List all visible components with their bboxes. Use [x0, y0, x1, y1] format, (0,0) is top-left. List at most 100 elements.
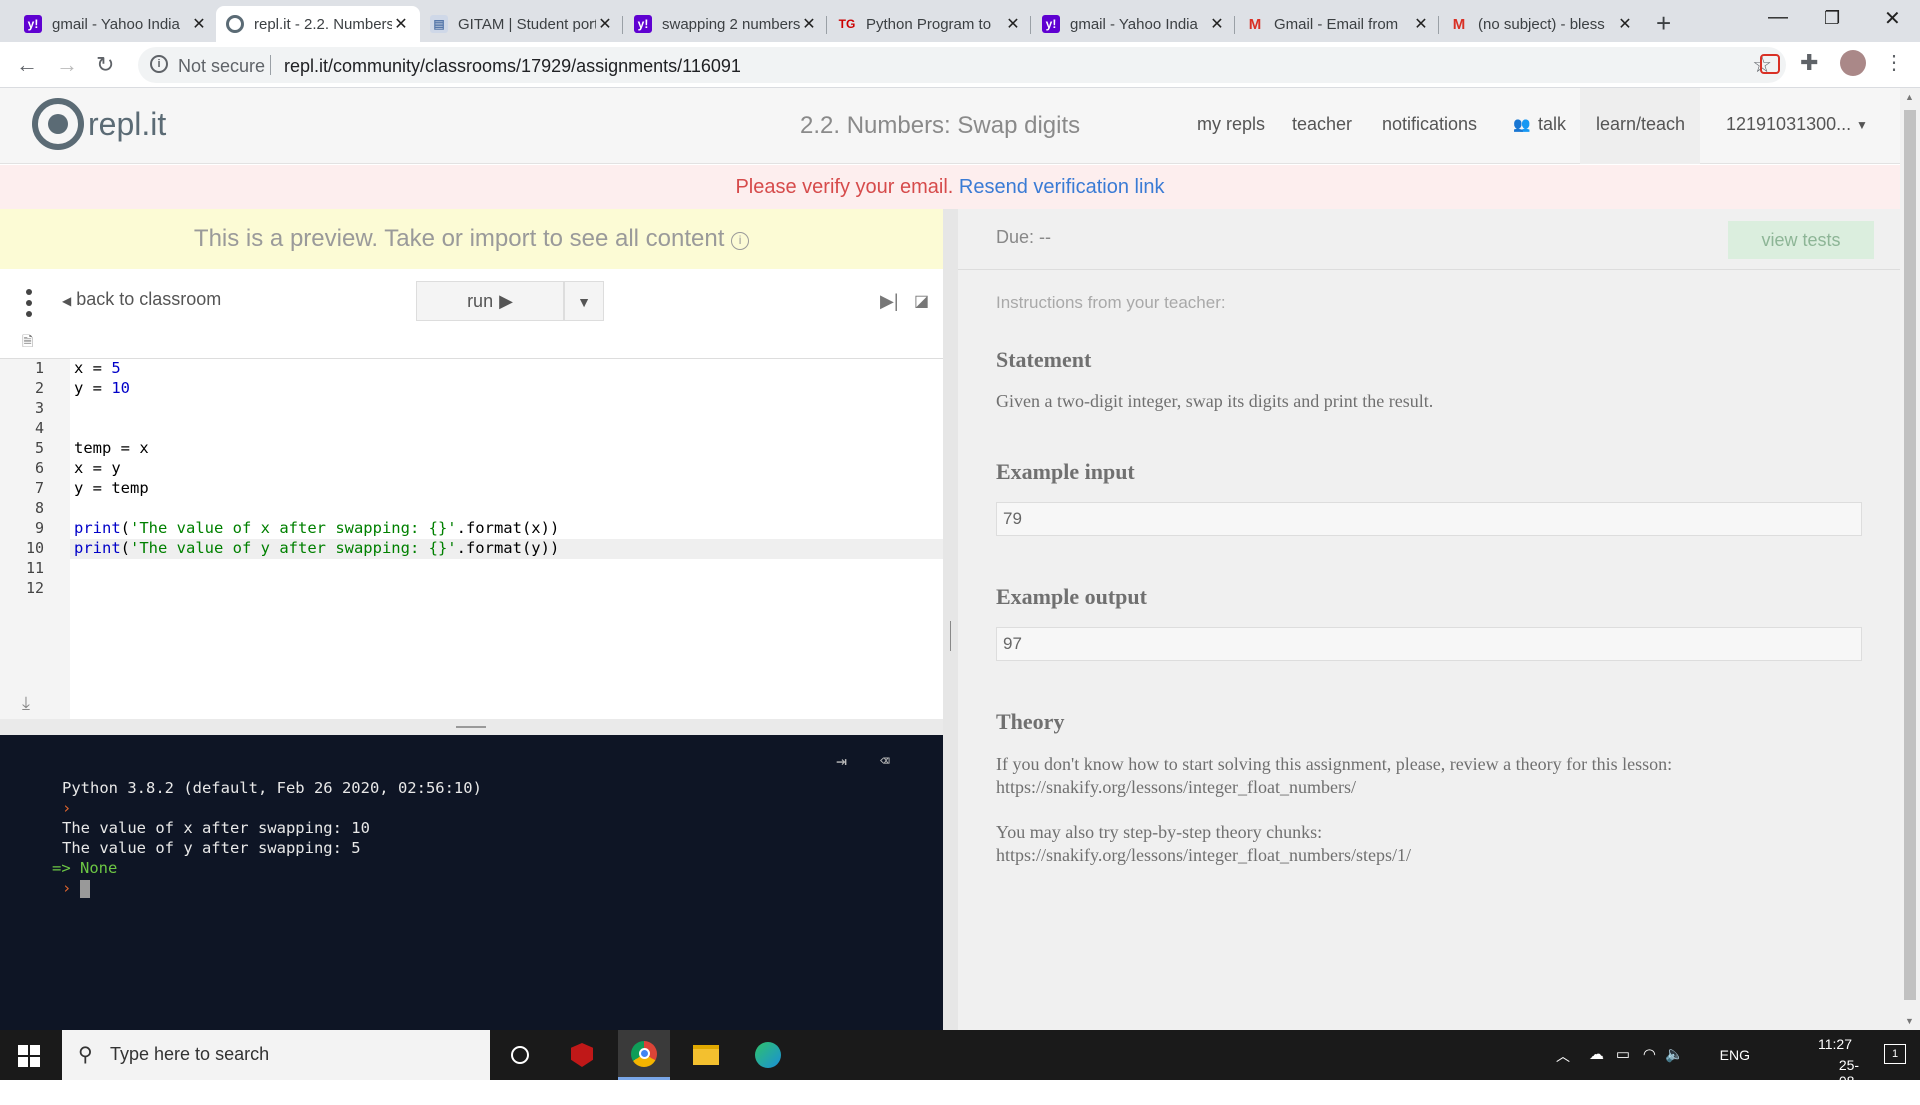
new-tab-button[interactable]: +	[1656, 8, 1671, 39]
edge-icon[interactable]	[742, 1030, 794, 1080]
reload-icon[interactable]: ↻	[96, 52, 114, 78]
file-icon[interactable]: 🗎	[22, 331, 33, 355]
notification-center-icon[interactable]: 1	[1884, 1044, 1906, 1064]
close-icon[interactable]: ✕	[392, 14, 410, 34]
scroll-down-icon[interactable]: ▼	[1905, 1016, 1914, 1026]
close-icon[interactable]: ✕	[1004, 14, 1022, 34]
restore-button[interactable]: ❐	[1824, 8, 1840, 29]
run-options-dropdown[interactable]: ▼	[564, 281, 604, 321]
back-arrow-icon[interactable]: ←	[16, 52, 38, 78]
divider-handle[interactable]	[950, 621, 951, 651]
file-explorer-icon[interactable]	[680, 1030, 732, 1080]
close-icon[interactable]: ✕	[1412, 14, 1430, 34]
wifi-icon[interactable]: ◠	[1643, 1045, 1656, 1063]
console-output[interactable]: ⇥ ⌫ Python 3.8.2 (default, Feb 26 2020, …	[0, 735, 943, 1030]
tg-icon: TG	[838, 17, 856, 31]
profile-avatar[interactable]	[1840, 50, 1866, 76]
pocket-extension-icon[interactable]	[1760, 54, 1780, 74]
mcafee-icon[interactable]	[556, 1030, 608, 1080]
cortana-icon[interactable]	[494, 1030, 546, 1080]
close-icon[interactable]: ✕	[190, 14, 208, 34]
tab-gitam[interactable]: ▤ GITAM | Student portal ✕	[420, 6, 624, 42]
replit-logo[interactable]: repl.it	[32, 98, 166, 150]
caret-down-icon[interactable]: ▼	[1856, 118, 1868, 132]
tab-swapping[interactable]: y! swapping 2 numbers ✕	[624, 6, 828, 42]
gmail-icon: M	[1248, 15, 1262, 33]
people-icon: 👥	[1513, 116, 1531, 132]
user-menu[interactable]: 12191031300...	[1726, 114, 1851, 135]
battery-icon[interactable]: ▭	[1616, 1045, 1630, 1063]
chevron-up-icon[interactable]: ︿	[1556, 1046, 1570, 1066]
tab-gmail-yahoo[interactable]: y! gmail - Yahoo India ✕	[14, 6, 218, 42]
line-number: 1	[34, 359, 44, 377]
windows-taskbar: ⚲ Type here to search ︿ ☁ ▭ ◠ 🔈 ENG 11:2…	[0, 1030, 1920, 1105]
taskbar-search[interactable]: ⚲ Type here to search	[62, 1030, 490, 1080]
url-text[interactable]: repl.it/community/classrooms/17929/assig…	[284, 56, 741, 77]
tab-title: swapping 2 numbers	[662, 15, 800, 33]
example-output-box: 97	[996, 627, 1862, 661]
close-icon[interactable]: ✕	[1208, 14, 1226, 34]
pane-divider[interactable]	[943, 209, 958, 1030]
code-line: temp = x	[74, 439, 149, 457]
code-line: y = 10	[74, 379, 130, 397]
replit-icon	[226, 15, 244, 33]
tab-separator	[622, 16, 623, 34]
chrome-taskbar-icon[interactable]	[618, 1030, 670, 1080]
code-editor[interactable]: 1 2 3 4 5 6 7 8 9 10 11 12 x = 5 y = 10 …	[0, 359, 943, 719]
forward-arrow-icon[interactable]: →	[56, 52, 78, 78]
clear-console-icon[interactable]: ⌫	[880, 751, 890, 770]
close-icon[interactable]: ✕	[800, 14, 818, 34]
more-menu-icon[interactable]	[26, 289, 32, 322]
editor-console-splitter[interactable]	[0, 719, 943, 735]
tab-python-program[interactable]: TG Python Program to ✕	[828, 6, 1032, 42]
stop-icon[interactable]: ◪	[914, 291, 929, 311]
volume-icon[interactable]: 🔈	[1665, 1045, 1684, 1063]
windows-start-icon[interactable]	[18, 1045, 40, 1067]
scroll-up-icon[interactable]: ▲	[1905, 92, 1914, 102]
close-window-button[interactable]: ✕	[1884, 6, 1901, 31]
line-number: 2	[34, 379, 44, 397]
theory-steps-link[interactable]: https://snakify.org/lessons/integer_floa…	[996, 845, 1411, 866]
close-icon[interactable]: ✕	[596, 14, 614, 34]
nav-notifications[interactable]: notifications	[1382, 114, 1477, 135]
theory-link[interactable]: https://snakify.org/lessons/integer_floa…	[996, 777, 1356, 798]
nav-my-repls[interactable]: my repls	[1197, 114, 1265, 135]
open-console-icon[interactable]: ⇥	[836, 751, 847, 772]
tab-gmail-yahoo-2[interactable]: y! gmail - Yahoo India ✕	[1032, 6, 1236, 42]
nav-learn-teach[interactable]: learn/teach	[1596, 114, 1685, 135]
run-button[interactable]: run ▶	[416, 281, 564, 321]
replit-header: repl.it 2.2. Numbers: Swap digits my rep…	[0, 88, 1900, 164]
tab-replit[interactable]: repl.it - 2.2. Numbers ✕	[216, 6, 420, 42]
scrollbar-thumb[interactable]	[1904, 110, 1916, 1000]
view-tests-button[interactable]: view tests	[1728, 221, 1874, 259]
tab-title: (no subject) - bless	[1478, 15, 1605, 33]
extensions-puzzle-icon[interactable]: ✚	[1800, 50, 1818, 76]
language-indicator[interactable]: ENG	[1720, 1047, 1750, 1063]
tab-no-subject[interactable]: M (no subject) - bless ✕	[1440, 6, 1644, 42]
info-icon[interactable]: i	[150, 55, 168, 73]
document-icon: ▤	[430, 15, 448, 33]
console-line: The value of x after swapping: 10	[62, 819, 370, 837]
info-icon[interactable]: i	[731, 232, 750, 250]
onedrive-icon[interactable]: ☁	[1589, 1045, 1604, 1063]
resend-verification-link[interactable]: Resend verification link	[959, 176, 1165, 198]
omnibox[interactable]: i Not secure repl.it/community/classroom…	[138, 47, 1786, 83]
chrome-menu-icon[interactable]: ⋮	[1884, 50, 1904, 75]
line-number: 3	[34, 399, 44, 417]
tab-gmail-email[interactable]: M Gmail - Email from ✕	[1236, 6, 1440, 42]
close-icon[interactable]: ✕	[1616, 14, 1634, 34]
search-placeholder: Type here to search	[110, 1044, 270, 1064]
back-to-classroom-link[interactable]: ◀ back to classroom	[62, 289, 221, 310]
clock-date[interactable]: 25-08-2020	[1839, 1057, 1870, 1105]
clock-time[interactable]: 11:27	[1818, 1036, 1852, 1052]
minimize-button[interactable]: —	[1768, 6, 1788, 29]
nav-teacher[interactable]: teacher	[1292, 114, 1352, 135]
download-icon[interactable]: ⤓	[22, 693, 30, 714]
line-number: 7	[34, 479, 44, 497]
nav-talk[interactable]: talk	[1538, 114, 1566, 135]
yahoo-icon: y!	[24, 15, 42, 33]
line-number: 11	[25, 559, 44, 577]
example-output-heading: Example output	[996, 584, 1147, 609]
step-icon[interactable]: ▶|	[880, 291, 899, 312]
page-scrollbar[interactable]: ▲ ▼	[1900, 88, 1920, 1030]
